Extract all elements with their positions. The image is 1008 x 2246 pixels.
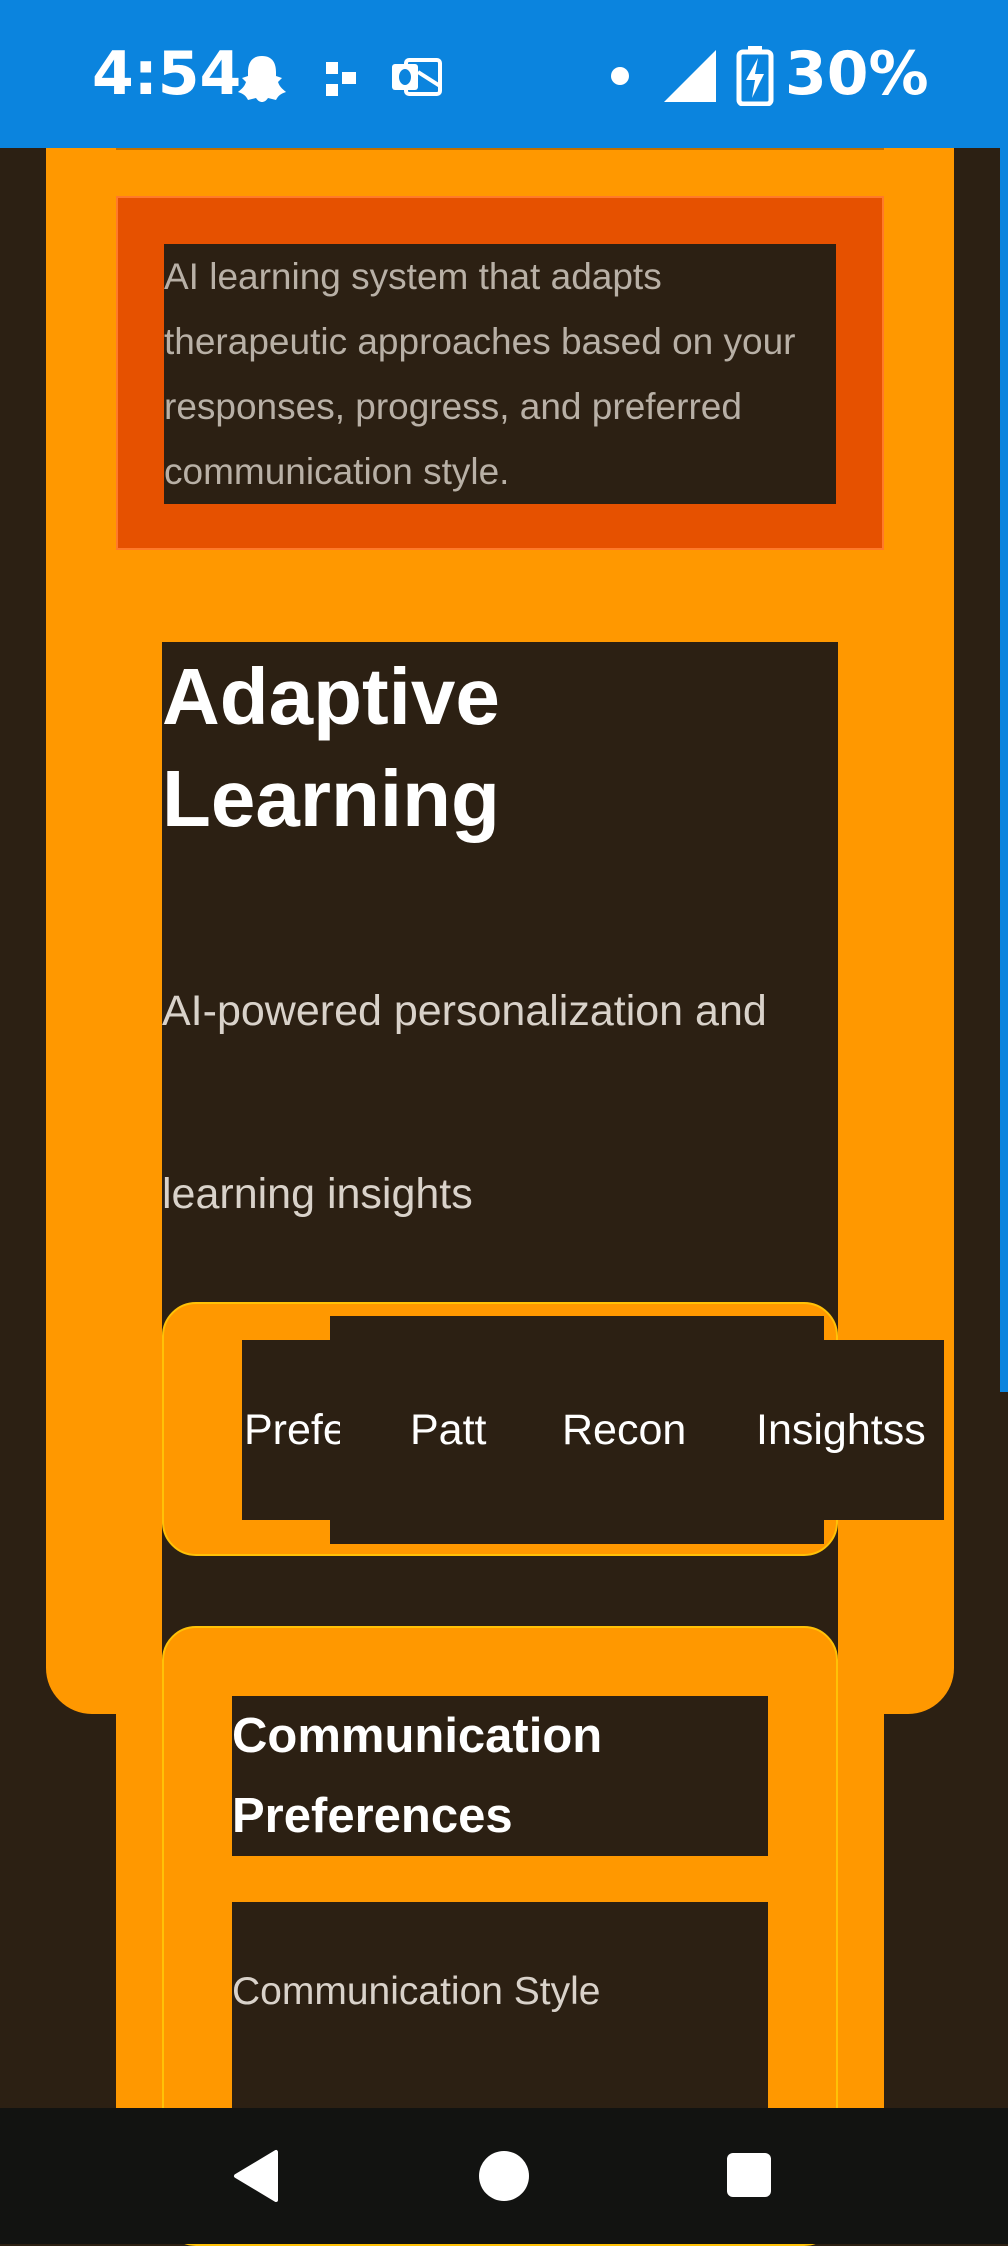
card-title: Communication Preferences	[232, 1709, 603, 1843]
divider	[116, 148, 884, 150]
dots-icon	[326, 62, 356, 96]
tab-patterns[interactable]: Patt	[410, 1400, 500, 1460]
page-subtitle: AI-powered personalization and learning …	[162, 987, 767, 1218]
scrollbar[interactable]	[1000, 148, 1008, 1392]
tab-recommendations[interactable]: Recon	[562, 1400, 692, 1460]
battery-percent: 30%	[785, 39, 929, 109]
page-title: Adaptive Learning	[162, 652, 500, 843]
tab-preferences[interactable]: Prefe	[244, 1400, 340, 1460]
recents-icon[interactable]	[726, 2152, 772, 2198]
snapchat-icon	[238, 56, 286, 102]
communication-style-label: Communication Style	[232, 1970, 601, 2013]
description-text: AI learning system that adapts therapeut…	[164, 256, 796, 492]
tab-insights[interactable]: Insightss	[756, 1400, 946, 1460]
home-icon[interactable]	[478, 2150, 530, 2202]
status-time: 4:54	[92, 39, 242, 109]
back-icon[interactable]	[232, 2148, 282, 2204]
outlook-icon	[392, 58, 442, 96]
battery-charging-icon	[736, 46, 774, 106]
signal-icon	[664, 50, 716, 102]
dot-icon	[611, 67, 629, 85]
